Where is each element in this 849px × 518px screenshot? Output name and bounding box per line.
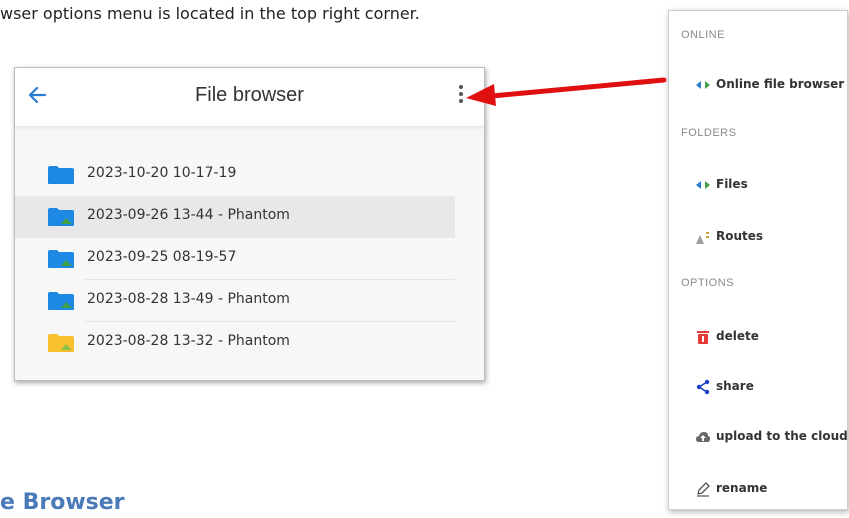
pencil-icon <box>697 482 710 497</box>
folder-name: 2023-08-28 13-49 - Phantom <box>87 291 290 307</box>
caption-text: wser options menu is located in the top … <box>0 4 420 23</box>
menu-item-routes[interactable]: Routes <box>681 223 841 251</box>
menu-item-label: Files <box>716 177 748 191</box>
menu-item-files[interactable]: Files <box>681 171 841 199</box>
menu-item-label: delete <box>716 329 759 343</box>
folder-row[interactable]: 2023-09-26 13-44 - Phantom <box>15 196 455 238</box>
routes-icon <box>696 232 709 244</box>
red-pointer-arrow <box>466 77 667 106</box>
menu-item-label: share <box>716 379 754 393</box>
page-title: File browser <box>195 84 304 106</box>
menu-item-delete[interactable]: delete <box>681 323 841 351</box>
folder-row[interactable]: 2023-08-28 13-49 - Phantom <box>15 280 455 322</box>
image-folder-icon <box>48 292 74 310</box>
folder-name: 2023-09-26 13-44 - Phantom <box>87 207 290 223</box>
section-header-folders: FOLDERS <box>681 127 737 139</box>
menu-item-label: Routes <box>716 229 764 243</box>
folder-row[interactable]: 2023-10-20 10-17-19 <box>15 154 455 196</box>
menu-item-online-file-browser[interactable]: Online file browser <box>681 71 845 99</box>
folder-row[interactable]: 2023-08-28 13-32 - Phantom <box>15 322 455 364</box>
files-icon <box>696 181 710 189</box>
cloud-upload-icon <box>696 432 710 442</box>
section-header-online: ONLINE <box>681 29 725 41</box>
folder-name: 2023-09-25 08-19-57 <box>87 249 237 265</box>
folder-list: 2023-10-20 10-17-19 2023-09-26 13-44 - P… <box>15 154 484 364</box>
file-browser-panel: File browser 2023-10-20 10-17-19 2023-09… <box>14 67 485 381</box>
section-header-options: OPTIONS <box>681 277 735 289</box>
folder-name: 2023-08-28 13-32 - Phantom <box>87 333 290 349</box>
online-icon <box>696 81 710 89</box>
trash-icon <box>697 331 709 344</box>
menu-item-upload-to-cloud[interactable]: upload to the cloud <box>681 423 847 451</box>
app-bar: File browser <box>15 68 484 127</box>
menu-item-share[interactable]: share <box>681 373 841 401</box>
image-folder-icon <box>48 250 74 268</box>
share-icon <box>696 379 710 395</box>
folder-row[interactable]: 2023-09-25 08-19-57 <box>15 238 455 280</box>
folder-name: 2023-10-20 10-17-19 <box>87 165 237 181</box>
options-menu: ONLINE Online file browser FOLDERS Files… <box>668 10 848 510</box>
section-heading: e Browser <box>0 490 125 515</box>
image-folder-icon <box>48 208 74 226</box>
menu-item-label: rename <box>716 481 768 495</box>
screenshot-page: wser options menu is located in the top … <box>0 0 849 518</box>
menu-item-label: upload to the cloud <box>716 429 848 443</box>
image-folder-icon <box>48 334 74 352</box>
menu-item-label: Online file browser <box>716 77 845 91</box>
folder-icon <box>48 166 74 184</box>
menu-item-rename[interactable]: rename <box>681 475 841 503</box>
